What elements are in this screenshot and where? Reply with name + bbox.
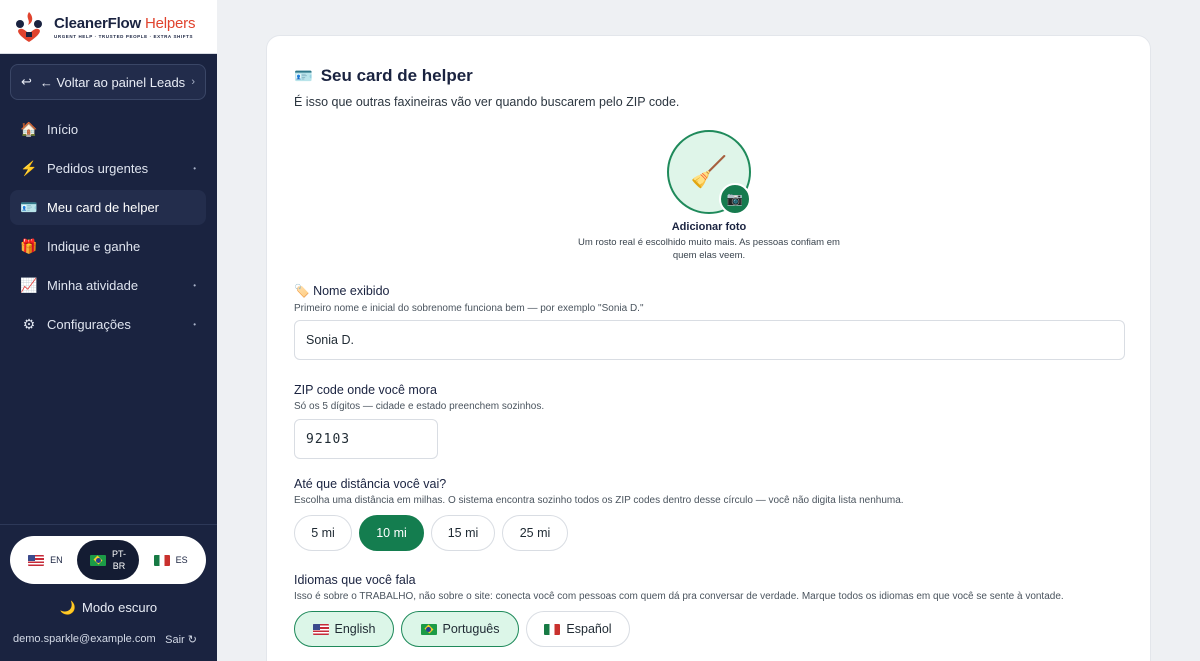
display-name-help: Primeiro nome e inicial do sobrenome fun…	[294, 303, 644, 314]
dark-mode-label: Modo escuro	[82, 600, 158, 615]
language-code: PT- BR	[112, 549, 127, 571]
sidebar-item-inicio[interactable]: 🏠 Início	[10, 112, 206, 147]
zip-code-help: Só os 5 dígitos — cidade e estado preenc…	[294, 401, 545, 412]
languages-label: Idiomas que você fala	[294, 573, 416, 587]
us-flag-icon	[28, 554, 45, 566]
id-card-icon: 🪪	[20, 199, 38, 215]
page-title-text: Seu card de helper	[320, 66, 473, 85]
us-flag-icon	[312, 623, 329, 635]
language-chip-english[interactable]: English	[294, 611, 394, 647]
sidebar-item-pedidos-urgentes[interactable]: ⚡ Pedidos urgentes •	[10, 151, 206, 186]
moon-icon: 🌙	[59, 600, 77, 615]
sidebar-item-label: Indique e ganhe	[47, 239, 141, 254]
camera-icon[interactable]: 📷	[719, 183, 751, 215]
language-chip-espanol[interactable]: Español	[526, 611, 630, 647]
gift-icon: 🎁	[20, 238, 38, 254]
helper-card-panel: 🪪 Seu card de helper É isso que outras f…	[266, 35, 1151, 661]
language-chip-portugues[interactable]: Português	[401, 611, 519, 647]
zip-code-label: ZIP code onde você mora	[294, 383, 437, 397]
logout-label: Sair	[165, 634, 185, 646]
page-title: 🪪 Seu card de helper	[294, 66, 473, 86]
sidebar-item-configuracoes[interactable]: ⚙ Configurações •	[10, 307, 206, 342]
distance-option-25mi[interactable]: 25 mi	[502, 515, 568, 551]
chip-label: Português	[442, 622, 500, 636]
expand-dot-icon: •	[193, 320, 196, 329]
distance-option-5mi[interactable]: 5 mi	[294, 515, 352, 551]
brazil-flag-icon	[420, 623, 437, 635]
brazil-flag-icon	[90, 554, 106, 566]
sidebar-item-label: Minha atividade	[47, 278, 139, 293]
id-card-icon: 🪪	[294, 68, 313, 85]
chip-label: Español	[566, 622, 612, 636]
logout-icon: ↻	[187, 634, 197, 646]
language-code: ES	[175, 555, 188, 565]
sidebar-nav: 🏠 Início ⚡ Pedidos urgentes • 🪪 Meu card…	[10, 112, 206, 346]
expand-dot-icon: •	[193, 164, 196, 173]
distance-option-10mi[interactable]: 10 mi	[359, 515, 424, 551]
chart-icon: 📈	[20, 277, 38, 293]
sidebar-item-label: Meu card de helper	[47, 200, 160, 215]
brand-name: CleanerFlow Helpers	[54, 14, 196, 32]
languages-help: Isso é sobre o TRABALHO, não sobre o sit…	[294, 591, 1064, 602]
house-icon: 🏠	[20, 121, 38, 137]
distance-label: Até que distância você vai?	[294, 477, 447, 491]
brand-tagline: URGENT HELP · TRUSTED PEOPLE · EXTRA SHI…	[54, 33, 194, 39]
display-name-input[interactable]: Sonia D.	[294, 320, 1125, 360]
return-icon: ↩	[21, 74, 32, 89]
sidebar-item-label: Configurações	[47, 317, 131, 332]
chip-label: English	[334, 622, 376, 636]
chevron-right-icon: ›	[191, 76, 195, 88]
add-photo-label[interactable]: Adicionar foto	[567, 221, 851, 233]
mexico-flag-icon	[544, 623, 561, 635]
expand-dot-icon: •	[193, 281, 196, 290]
dark-mode-toggle[interactable]: 🌙 Modo escuro	[0, 600, 217, 616]
language-option-en[interactable]: EN	[14, 540, 77, 580]
sidebar-item-label: Pedidos urgentes	[47, 161, 149, 176]
sidebar-footer: EN PT- BR ES 🌙 Modo escuro demo.sparkle@ex…	[0, 524, 217, 646]
logout-button[interactable]: Sair ↻	[165, 633, 197, 646]
language-option-es[interactable]: ES	[139, 540, 202, 580]
broom-icon: 🧹	[690, 155, 728, 189]
sidebar-item-label: Início	[47, 122, 79, 137]
sidebar-item-meu-card[interactable]: 🪪 Meu card de helper	[10, 190, 206, 225]
distance-help: Escolha uma distância em milhas. O siste…	[294, 495, 904, 506]
sidebar: CleanerFlow Helpers URGENT HELP · TRUSTE…	[0, 0, 217, 661]
language-options: English Português Español	[294, 611, 630, 647]
name-tag-icon: 🏷️	[294, 284, 310, 298]
brand-logo[interactable]: CleanerFlow Helpers URGENT HELP · TRUSTE…	[0, 0, 217, 54]
account-row: demo.sparkle@example.com Sair ↻	[13, 633, 197, 646]
sidebar-item-atividade[interactable]: 📈 Minha atividade •	[10, 268, 206, 303]
add-photo-help: Um rosto real é escolhido muito mais. As…	[578, 237, 840, 261]
mexico-flag-icon	[153, 554, 170, 566]
display-name-label: 🏷️ Nome exibido	[294, 284, 390, 298]
distance-option-15mi[interactable]: 15 mi	[431, 515, 495, 551]
lightning-icon: ⚡	[20, 160, 38, 176]
back-to-leads-button[interactable]: ↩ ← Voltar ao painel Leads ›	[10, 64, 206, 100]
zip-code-input[interactable]: 92103	[294, 419, 438, 459]
language-option-pt-br[interactable]: PT- BR	[76, 540, 140, 580]
sidebar-item-indique[interactable]: 🎁 Indique e ganhe	[10, 229, 206, 264]
page-subtitle: É isso que outras faxineiras vão ver qua…	[294, 95, 680, 109]
logo-icon	[12, 10, 46, 44]
language-switcher: EN PT- BR ES	[10, 536, 206, 584]
language-code: EN	[50, 555, 63, 565]
gear-icon: ⚙	[22, 316, 36, 332]
user-email: demo.sparkle@example.com	[13, 633, 156, 645]
distance-options: 5 mi 10 mi 15 mi 25 mi	[294, 515, 568, 551]
back-to-leads-label: ← Voltar ao painel Leads	[39, 74, 186, 90]
